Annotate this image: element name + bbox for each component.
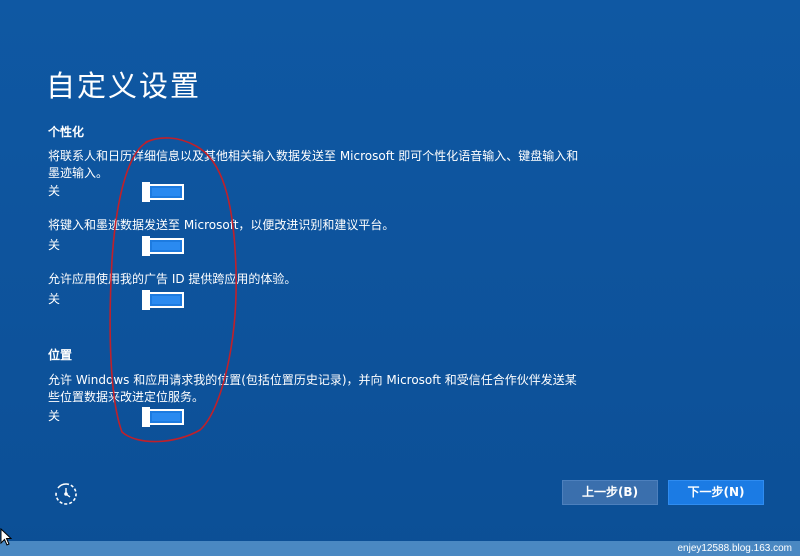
section-heading-personalization: 个性化 xyxy=(48,125,85,139)
toggle-state-label: 关 xyxy=(48,292,61,306)
back-button[interactable]: 上一步(B) xyxy=(562,480,658,505)
toggle-knob xyxy=(142,236,150,256)
toggle-track xyxy=(152,242,180,250)
toggle-input-data[interactable] xyxy=(142,182,184,202)
setting-description-advertising-id: 允许应用使用我的广告 ID 提供跨应用的体验。 xyxy=(48,272,297,286)
toggle-location[interactable] xyxy=(142,407,184,427)
toggle-state-label: 关 xyxy=(48,409,61,423)
toggle-advertising-id[interactable] xyxy=(142,290,184,310)
toggle-knob xyxy=(142,407,150,427)
watermark-text: enjey12588.blog.163.com xyxy=(677,543,792,554)
setting-description-typing-data: 将键入和墨迹数据发送至 Microsoft，以便改进识别和建议平台。 xyxy=(48,218,395,232)
toggle-track xyxy=(152,188,180,196)
ease-of-access-icon[interactable] xyxy=(52,480,80,508)
toggle-knob xyxy=(142,290,150,310)
toggle-state-label: 关 xyxy=(48,184,61,198)
mouse-pointer-icon xyxy=(0,527,13,546)
setting-description-input-data: 将联系人和日历详细信息以及其他相关输入数据发送至 Microsoft 即可个性化… xyxy=(48,149,579,180)
toggle-knob xyxy=(142,182,150,202)
section-heading-location: 位置 xyxy=(48,348,73,362)
customize-settings-page: 自定义设置 个性化 将联系人和日历详细信息以及其他相关输入数据发送至 Micro… xyxy=(0,0,800,556)
toggle-track xyxy=(152,296,180,304)
toggle-typing-data[interactable] xyxy=(142,236,184,256)
toggle-track xyxy=(152,413,180,421)
next-button[interactable]: 下一步(N) xyxy=(668,480,764,505)
toggle-state-label: 关 xyxy=(48,238,61,252)
page-title: 自定义设置 xyxy=(46,69,202,103)
setting-description-location: 允许 Windows 和应用请求我的位置(包括位置历史记录)，并向 Micros… xyxy=(48,373,577,404)
